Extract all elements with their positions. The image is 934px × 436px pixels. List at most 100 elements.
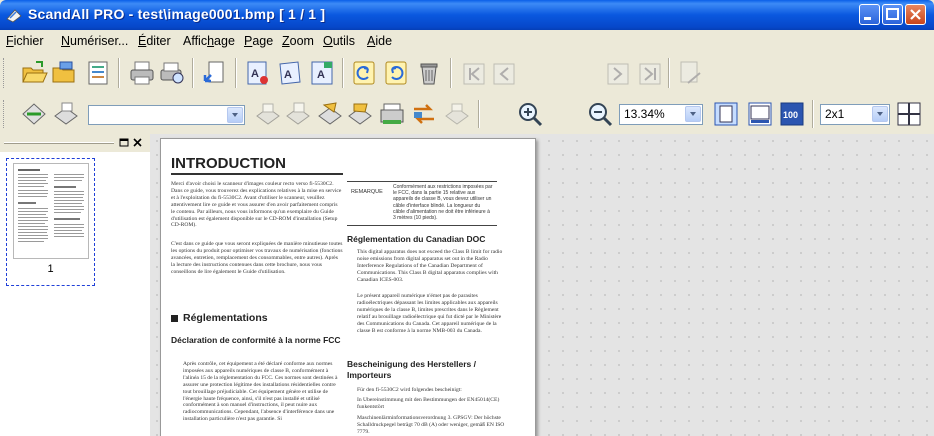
maximize-icon [886,8,899,20]
thumbnail-number: 1 [47,263,54,275]
title-bar[interactable]: ScandAll PRO - test\image0001.bmp [ 1 / … [0,0,934,30]
ocr-icon[interactable]: A [244,59,272,87]
scan-green-icon[interactable] [20,100,48,128]
doc-german-heading: Bescheinigung des Herstellers / Importeu… [347,359,476,380]
svg-text:A: A [251,68,259,80]
doc-remark-label: REMARQUE [351,189,383,195]
doc-canada-text: This digital apparatus does not exceed t… [357,249,503,283]
doc-fcc-text: Après contrôle, cet équipement a été déc… [183,361,338,423]
properties-icon[interactable] [84,59,112,87]
doc-section-regulations: Réglementations [183,312,268,324]
scan-sheet-icon[interactable] [284,100,312,128]
print-preview-icon[interactable] [158,59,186,87]
toolbar-separator [668,58,670,88]
edit-text-icon[interactable]: A [276,59,304,87]
open-folder-icon[interactable] [20,59,48,87]
menu-zoom[interactable]: Zoom [282,34,314,48]
heading-rule [171,173,343,175]
fit-width-icon[interactable] [746,100,774,128]
scan-merge-icon[interactable] [378,100,406,128]
delete-icon[interactable] [415,59,443,87]
page-thumbnail [13,163,89,259]
chevron-down-icon[interactable] [227,107,243,123]
chevron-down-icon[interactable] [872,106,888,122]
toolbar-grip[interactable] [3,58,7,88]
zoom-in-icon[interactable] [516,100,544,128]
app-icon [6,9,22,23]
menu-fichier[interactable]: Fichier [6,34,44,48]
import-icon[interactable] [201,59,229,87]
toolbar-grip[interactable] [3,100,7,128]
layout-select-value: 2x1 [825,107,845,121]
toolbar-separator [235,58,237,88]
doc-german-bullet-1: In Übereinstimmung mit den Bestimmungen … [357,397,500,410]
menu-numeriser[interactable]: Numériser... [61,34,128,48]
thumbnail-panel: 1 [0,134,151,436]
scan-folder-icon[interactable] [50,59,78,87]
first-page-icon[interactable] [460,60,488,88]
print-icon[interactable] [128,59,156,87]
toolbar-separator [812,100,814,128]
remark-rule-top [347,181,497,182]
profile-select[interactable] [88,105,245,125]
go-to-page-icon[interactable] [676,59,704,87]
next-page-icon[interactable] [604,60,632,88]
toolbar-separator [192,58,194,88]
rotate-right-icon[interactable] [382,59,410,87]
close-icon [133,138,142,147]
toolbar-separator [478,100,480,128]
menu-outils[interactable]: Outils [323,34,355,48]
window-title: ScandAll PRO - test\image0001.bmp [ 1 / … [28,6,326,22]
chevron-down-icon[interactable] [685,106,701,122]
panel-grip[interactable] [4,142,114,144]
panel-restore-button[interactable] [119,137,130,148]
menu-page[interactable]: Page [244,34,273,48]
doc-heading: INTRODUCTION [171,155,286,172]
scan-swap-icon[interactable] [410,100,438,128]
doc-german-text: Für den fi-5530C2 wird folgendes beschei… [357,387,462,393]
scan-profile-icon[interactable] [52,100,80,128]
svg-text:100: 100 [783,110,798,120]
bullet-square-icon [171,315,178,322]
menu-editer[interactable]: Éditer [138,34,171,48]
image-viewer[interactable]: INTRODUCTION Merci d'avoir choisi le sca… [150,134,934,436]
remark-rule-bottom [347,225,497,226]
scan-disabled-icon[interactable] [443,100,471,128]
menu-aide[interactable]: Aide [367,34,392,48]
menu-bar: Fichier Numériser... Éditer Affichage Pa… [0,30,934,53]
doc-german-bullet-2: Maschinenlärminformationsverordnung 3. G… [357,415,505,435]
thumbnail-panel-header [0,134,150,152]
close-button[interactable] [905,4,926,25]
scan-toolbar: 13.34% 100 2x1 [0,94,934,135]
maximize-button[interactable] [882,4,903,25]
toolbar-separator [450,58,452,88]
last-page-icon[interactable] [636,60,664,88]
grid-view-icon[interactable] [895,100,923,128]
thumbnail-item[interactable]: 1 [6,158,95,286]
scan-copy-icon[interactable] [316,100,344,128]
minimize-icon [864,17,871,20]
scan-file-icon[interactable] [346,100,374,128]
zoom-select[interactable]: 13.34% [619,104,703,125]
main-toolbar: A A A 1 [0,52,934,134]
zoom-out-icon[interactable] [586,100,614,128]
fit-page-icon[interactable] [712,100,740,128]
rotate-left-icon[interactable] [350,59,378,87]
svg-text:A: A [317,69,325,81]
panel-close-button[interactable] [132,137,143,148]
layout-select[interactable]: 2x1 [820,104,890,125]
restore-icon [119,138,129,147]
doc-remark-text: Conformément aux restrictions imposées p… [393,184,493,222]
svg-text:A: A [284,69,292,81]
text-area-icon[interactable]: A [308,59,336,87]
doc-intro-paragraph: Merci d'avoir choisi le scanneur d'image… [171,181,342,229]
menu-affichage[interactable]: Affichage [183,34,235,48]
scan-batch-icon[interactable] [254,100,282,128]
doc-intro-paragraph-2: C'est dans ce guide que vous seront expl… [171,241,343,275]
doc-canada-heading: Réglementation du Canadian DOC [347,234,486,244]
actual-size-icon[interactable]: 100 [778,100,806,128]
minimize-button[interactable] [859,4,880,25]
doc-fcc-heading: Déclaration de conformité à la norme FCC [171,335,341,345]
zoom-select-value: 13.34% [624,107,665,121]
prev-page-icon[interactable] [490,60,518,88]
